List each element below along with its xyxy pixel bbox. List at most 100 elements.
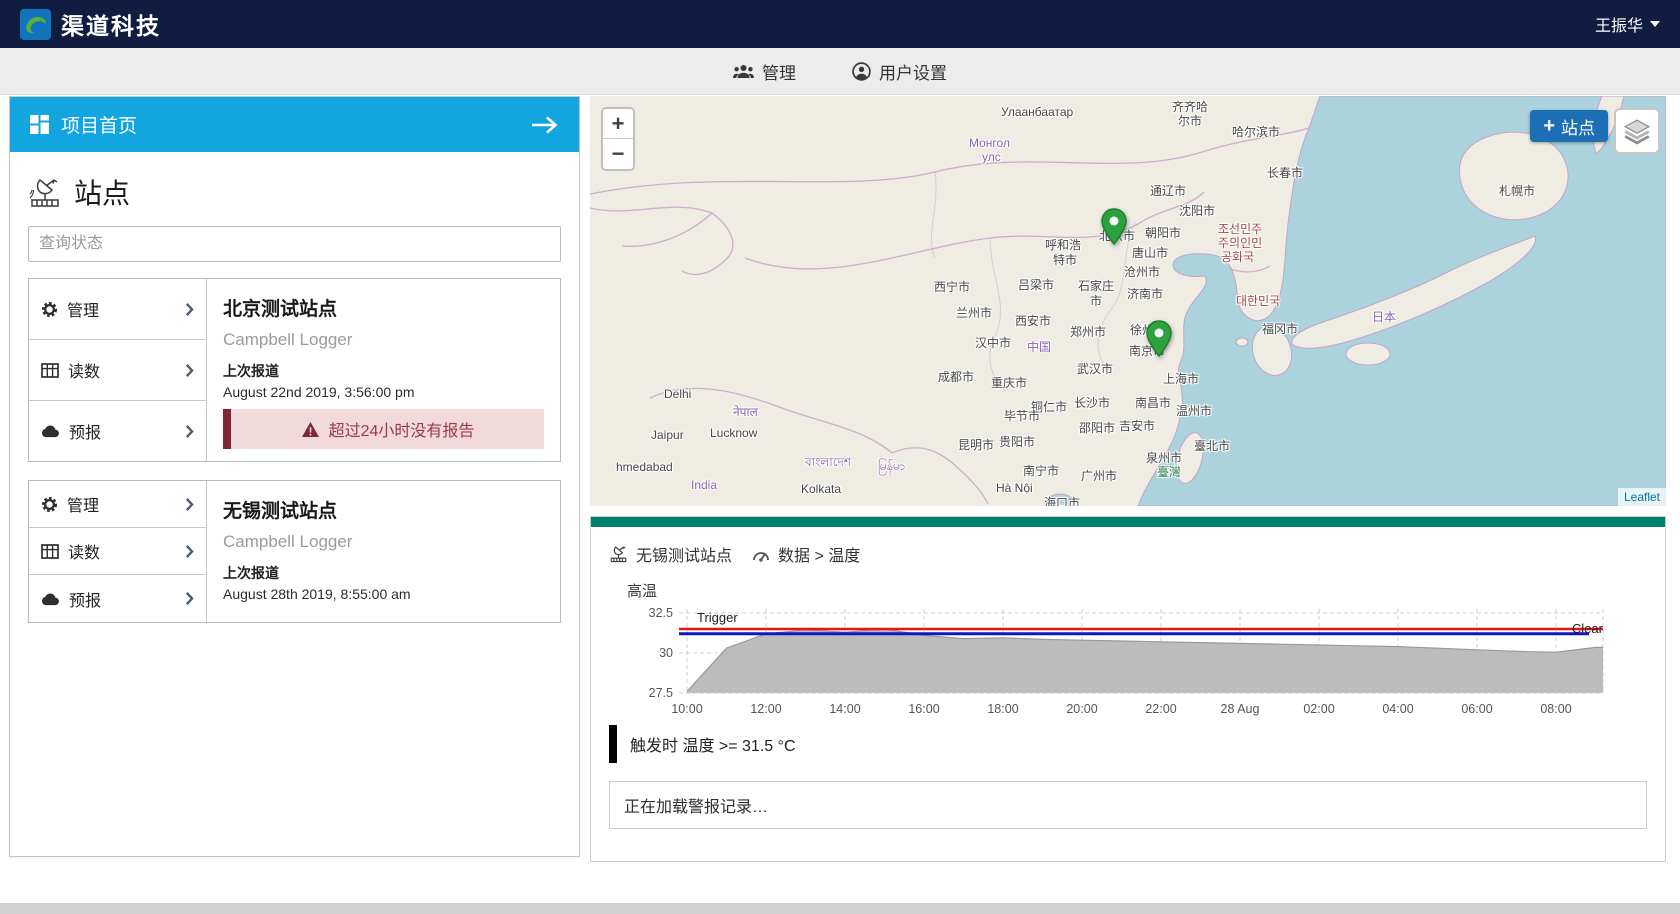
chevron-right-icon <box>185 302 194 317</box>
map-marker[interactable] <box>1100 208 1128 246</box>
last-report-label: 上次报道 <box>223 361 544 381</box>
cloud-icon <box>41 424 60 438</box>
subnav-item-user-settings[interactable]: 用户设置 <box>852 59 947 84</box>
menu-item-readings[interactable]: 读数 <box>29 340 206 401</box>
map-city-label: 邵阳市 <box>1079 419 1115 436</box>
alarm-loading-text: 正在加载警报记录… <box>624 799 768 816</box>
station-icon <box>28 177 62 208</box>
menu-item-readings-label: 读数 <box>68 539 100 563</box>
map-city-label: 郑州市 <box>1070 323 1106 340</box>
station-icon-small <box>609 545 628 563</box>
map-city-label: 福冈市 <box>1262 320 1298 337</box>
menu-item-forecast-label: 预报 <box>69 419 101 443</box>
condition-accent-bar <box>609 725 617 763</box>
svg-text:16:00: 16:00 <box>908 702 939 716</box>
map-city-label: 札幌市 <box>1499 182 1535 199</box>
project-home-title: 项目首页 <box>61 111 137 138</box>
breadcrumb-station-name: 无锡测试站点 <box>636 542 732 566</box>
leaflet-map[interactable]: УлаанбаатарМонголулс齐齐哈尔市哈尔滨市长春市通辽市沈阳市札幌… <box>590 96 1666 506</box>
add-station-button[interactable]: + 站点 <box>1530 110 1608 142</box>
zoom-in-button[interactable]: + <box>603 109 633 139</box>
menu-item-manage[interactable]: 管理 <box>29 481 206 528</box>
gear-icon <box>41 301 58 318</box>
map-city-label: 重庆市 <box>991 374 1027 391</box>
breadcrumb-data[interactable]: 数据 > 温度 <box>752 542 860 566</box>
svg-text:32.5: 32.5 <box>649 606 673 620</box>
map-city-label: Jaipur <box>651 428 684 442</box>
map-city-label: 吉安市 <box>1119 417 1155 434</box>
station-card-beijing: 管理 读数 预报 <box>28 278 561 462</box>
last-report-time: August 22nd 2019, 3:56:00 pm <box>223 384 544 400</box>
menu-item-manage-label: 管理 <box>67 492 99 516</box>
breadcrumb-path: 数据 > 温度 <box>778 542 860 566</box>
menu-item-manage[interactable]: 管理 <box>29 279 206 340</box>
map-city-label: Kolkata <box>801 482 841 496</box>
breadcrumb-station[interactable]: 无锡测试站点 <box>609 542 732 566</box>
plus-icon: + <box>1543 116 1555 136</box>
map-city-label: hmedabad <box>616 460 673 474</box>
series-label: 高温 <box>627 580 1647 601</box>
svg-text:30: 30 <box>659 646 673 660</box>
zoom-out-button[interactable]: − <box>603 139 633 169</box>
logger-type: Campbell Logger <box>223 330 544 350</box>
menu-item-manage-label: 管理 <box>67 297 99 321</box>
map-city-label: 哈尔滨市 <box>1232 123 1280 140</box>
leaflet-attribution[interactable]: Leaflet <box>1618 488 1666 506</box>
menu-item-readings[interactable]: 读数 <box>29 528 206 575</box>
svg-text:04:00: 04:00 <box>1382 702 1413 716</box>
map-city-label: 武汉市 <box>1077 360 1113 377</box>
map-city-label: 沧州市 <box>1124 263 1160 280</box>
svg-text:06:00: 06:00 <box>1461 702 1492 716</box>
map-city-label: 兰州市 <box>956 304 992 321</box>
temperature-panel: 无锡测试站点 数据 > 温度 高温 32.53027.510:0012:0014… <box>590 516 1666 862</box>
last-report-label: 上次报道 <box>223 563 544 583</box>
map-city-label: 臺灣 <box>1157 463 1181 480</box>
svg-text:Clear: Clear <box>1572 621 1604 636</box>
menu-item-forecast[interactable]: 预报 <box>29 575 206 622</box>
map-city-label: नेपाल <box>733 403 758 420</box>
station-name: 无锡测试站点 <box>223 496 544 523</box>
map-city-label: 特市 <box>1053 251 1077 268</box>
caret-down-icon <box>1650 21 1660 27</box>
top-navbar: 渠道科技 王振华 <box>0 0 1680 48</box>
map-city-label: Delhi <box>664 387 691 401</box>
map-city-label: 대한민국 <box>1236 292 1280 309</box>
map-city-label: 市 <box>1090 292 1102 309</box>
table-icon <box>41 544 59 559</box>
svg-text:Trigger: Trigger <box>697 610 738 625</box>
grid-icon <box>30 115 49 134</box>
map-city-label: 昆明市 <box>958 436 994 453</box>
menu-item-forecast[interactable]: 预报 <box>29 401 206 461</box>
users-icon <box>733 64 754 79</box>
chevron-right-icon <box>185 363 194 378</box>
subnav: 管理 用户设置 <box>0 48 1680 95</box>
map-marker[interactable] <box>1145 320 1173 358</box>
data-icon <box>752 546 770 562</box>
project-home-header[interactable]: 项目首页 <box>10 97 579 152</box>
map-city-label: 吕梁市 <box>1018 276 1054 293</box>
arrow-right-icon <box>531 116 559 134</box>
station-card-wuxi: 管理 读数 预报 <box>28 480 561 623</box>
station-search-input[interactable] <box>28 226 561 262</box>
svg-text:18:00: 18:00 <box>987 702 1018 716</box>
layers-button[interactable] <box>1614 108 1660 154</box>
trigger-condition: 触发时 温度 >= 31.5 °C <box>609 725 1647 763</box>
svg-text:22:00: 22:00 <box>1145 702 1176 716</box>
map-city-label: 朝阳市 <box>1145 224 1181 241</box>
temperature-chart: 32.53027.510:0012:0014:0016:0018:0020:00… <box>609 603 1639 721</box>
user-name: 王振华 <box>1595 12 1643 36</box>
menu-item-forecast-label: 预报 <box>69 587 101 611</box>
chevron-right-icon <box>185 591 194 606</box>
no-report-alert-text: 超过24小时没有报告 <box>329 417 475 441</box>
map-city-label: 成都市 <box>938 368 974 385</box>
user-circle-icon <box>852 62 871 81</box>
user-menu[interactable]: 王振华 <box>1595 12 1660 36</box>
map-city-label: 上海市 <box>1163 370 1199 387</box>
map-city-label: 尔市 <box>1178 112 1202 129</box>
map-city-label: 济南市 <box>1127 285 1163 302</box>
brand-logo-link[interactable]: 渠道科技 <box>20 7 161 41</box>
subnav-item-admin[interactable]: 管理 <box>733 59 796 84</box>
map-city-label: 毕节市 <box>1004 407 1040 424</box>
map-city-label: 长春市 <box>1267 164 1303 181</box>
chevron-right-icon <box>185 544 194 559</box>
